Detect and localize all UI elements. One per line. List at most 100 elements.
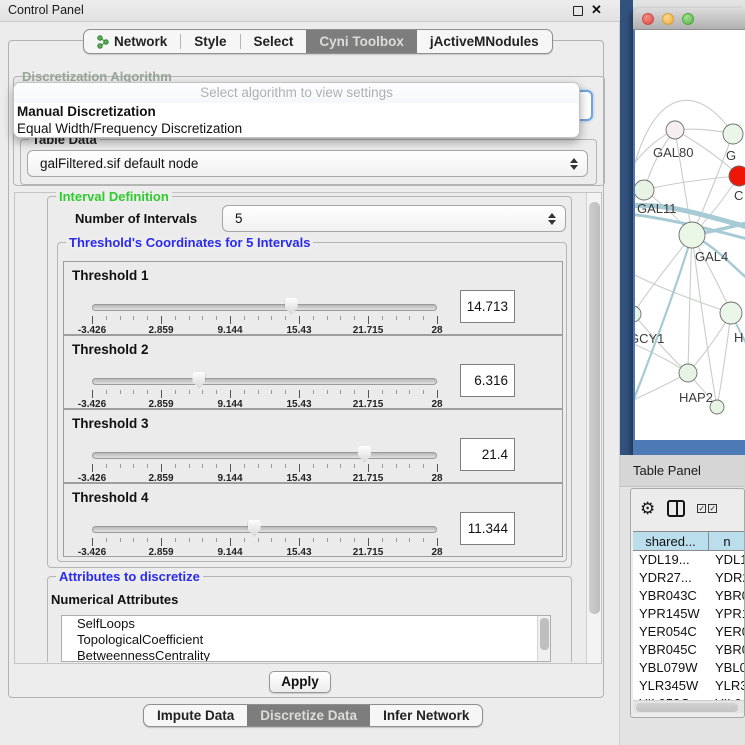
tick-mark bbox=[285, 316, 286, 320]
slider-track[interactable] bbox=[92, 378, 437, 385]
table-row[interactable]: YBL079WYBL0 bbox=[633, 659, 745, 677]
split-columns-icon[interactable] bbox=[667, 500, 685, 517]
vertical-scrollbar[interactable] bbox=[586, 193, 601, 663]
threshold-value-field[interactable]: 14.713 bbox=[460, 290, 515, 323]
tick-mark bbox=[189, 390, 190, 394]
minimize-traffic-light-icon[interactable] bbox=[662, 13, 674, 25]
attribute-list-item[interactable]: BetweennessCentrality bbox=[62, 648, 550, 662]
combo-spinner-icon bbox=[543, 213, 561, 225]
tick-label: 15.43 bbox=[286, 547, 311, 558]
threshold-block: Threshold 1-3.4262.8599.14415.4321.71528… bbox=[63, 261, 563, 335]
tick-mark bbox=[258, 538, 259, 542]
network-node[interactable] bbox=[710, 400, 724, 414]
tick-mark bbox=[423, 538, 424, 542]
slider-thumb[interactable] bbox=[248, 520, 261, 537]
table-row[interactable]: YBR043CYBR0 bbox=[633, 587, 745, 605]
bottom-tab-impute-data[interactable]: Impute Data bbox=[144, 705, 247, 726]
table-row[interactable]: YER054CYER0 bbox=[633, 623, 745, 641]
slider-thumb[interactable] bbox=[285, 298, 298, 315]
threshold-value-field[interactable]: 6.316 bbox=[460, 364, 515, 397]
tick-mark bbox=[409, 538, 410, 542]
network-node[interactable] bbox=[635, 180, 654, 200]
table-cell: YLR345W bbox=[633, 677, 709, 695]
network-edge bbox=[688, 235, 692, 373]
network-node[interactable] bbox=[723, 124, 743, 144]
apply-button[interactable]: Apply bbox=[269, 671, 331, 693]
tick-mark bbox=[437, 316, 438, 324]
numerical-attributes-label: Numerical Attributes bbox=[51, 592, 178, 607]
threshold-block: Threshold 3-3.4262.8599.14415.4321.71528… bbox=[63, 409, 563, 483]
cyni-mode-tabbar: Impute DataDiscretize DataInfer Network bbox=[143, 704, 483, 727]
attribute-list-item[interactable]: TopologicalCoefficient bbox=[62, 632, 550, 648]
tick-mark bbox=[230, 464, 231, 472]
tick-mark bbox=[202, 390, 203, 394]
table-row[interactable]: YBR045CYBR0 bbox=[633, 641, 745, 659]
algorithm-option[interactable]: Manual Discretization bbox=[14, 103, 579, 120]
tick-mark bbox=[189, 316, 190, 320]
bottom-tab-discretize-data[interactable]: Discretize Data bbox=[247, 705, 370, 726]
algorithm-option[interactable]: Equal Width/Frequency Discretization bbox=[14, 120, 579, 137]
scrollbar-thumb[interactable] bbox=[540, 618, 549, 650]
table-cell: YDL19... bbox=[633, 551, 709, 569]
checkbox-columns-icon[interactable]: ✓✓ bbox=[697, 504, 717, 513]
tick-mark bbox=[161, 316, 162, 324]
node-attribute-table[interactable]: shared...nYDL19...YDL1YDR27...YDR2YBR043… bbox=[633, 531, 745, 701]
slider-thumb[interactable] bbox=[358, 446, 371, 463]
slider-track[interactable] bbox=[92, 304, 437, 311]
tick-mark bbox=[285, 464, 286, 468]
close-icon[interactable]: ✕ bbox=[591, 2, 602, 18]
slider-thumb[interactable] bbox=[192, 372, 205, 389]
zoom-traffic-light-icon[interactable] bbox=[682, 13, 694, 25]
table-row[interactable]: YLR345WYLR3 bbox=[633, 677, 745, 695]
gear-icon[interactable]: ⚙ bbox=[640, 500, 655, 517]
number-of-intervals-combobox[interactable]: 5 bbox=[222, 205, 566, 232]
network-node[interactable] bbox=[666, 121, 684, 139]
network-node[interactable] bbox=[679, 364, 697, 382]
tick-mark bbox=[285, 538, 286, 542]
tab-label: Cyni Toolbox bbox=[319, 34, 404, 49]
column-header[interactable]: n bbox=[709, 532, 745, 550]
network-canvas[interactable]: GAL80GCGAL11GAL4GCY1HHAP2 bbox=[635, 30, 745, 440]
tick-mark bbox=[120, 316, 121, 320]
table-cell: YLR3 bbox=[709, 677, 745, 695]
tick-mark bbox=[368, 390, 369, 398]
network-node[interactable] bbox=[635, 306, 641, 322]
tab-jactivemnodules[interactable]: jActiveMNodules bbox=[417, 30, 552, 53]
table-row[interactable]: YDR27...YDR2 bbox=[633, 569, 745, 587]
slider-track[interactable] bbox=[92, 526, 437, 533]
tab-style[interactable]: Style bbox=[181, 30, 239, 53]
table-data-selected-value: galFiltered.sif default node bbox=[28, 156, 565, 171]
tick-mark bbox=[382, 316, 383, 320]
threshold-label: Threshold 2 bbox=[72, 342, 149, 357]
tab-select[interactable]: Select bbox=[241, 30, 307, 53]
table-row[interactable]: YPR145WYPR1 bbox=[633, 605, 745, 623]
attribute-list-item[interactable]: SelfLoops bbox=[62, 616, 550, 632]
horizontal-scrollbar[interactable] bbox=[633, 700, 744, 713]
numerical-attributes-list[interactable]: SelfLoopsTopologicalCoefficientBetweenne… bbox=[61, 615, 551, 662]
list-scrollbar[interactable] bbox=[537, 616, 550, 661]
tick-mark bbox=[244, 538, 245, 542]
tick-mark bbox=[244, 316, 245, 320]
threshold-value-field[interactable]: 11.344 bbox=[460, 512, 515, 545]
table-data-combobox[interactable]: galFiltered.sif default node bbox=[27, 150, 588, 177]
tick-mark bbox=[202, 316, 203, 320]
close-traffic-light-icon[interactable] bbox=[642, 13, 654, 25]
network-node[interactable] bbox=[720, 302, 742, 324]
tab-cyni-toolbox[interactable]: Cyni Toolbox bbox=[306, 30, 417, 53]
tab-network[interactable]: Network bbox=[84, 30, 180, 53]
scrollbar-thumb[interactable] bbox=[636, 703, 738, 712]
slider-track[interactable] bbox=[92, 452, 437, 459]
column-header[interactable]: shared... bbox=[633, 532, 709, 550]
table-row[interactable]: YDL19...YDL1 bbox=[633, 551, 745, 569]
panel-title: Control Panel bbox=[8, 3, 84, 17]
network-node[interactable] bbox=[729, 166, 745, 186]
table-cell: YBR0 bbox=[709, 641, 745, 659]
bottom-tab-infer-network[interactable]: Infer Network bbox=[370, 705, 482, 726]
float-window-icon[interactable] bbox=[573, 6, 583, 16]
network-node-label: GCY1 bbox=[635, 331, 664, 346]
threshold-value-field[interactable]: 21.4 bbox=[460, 438, 515, 471]
scrollbar-thumb[interactable] bbox=[589, 202, 600, 614]
network-node[interactable] bbox=[679, 222, 705, 248]
table-cell: YBL0 bbox=[709, 659, 745, 677]
tick-mark bbox=[230, 538, 231, 546]
